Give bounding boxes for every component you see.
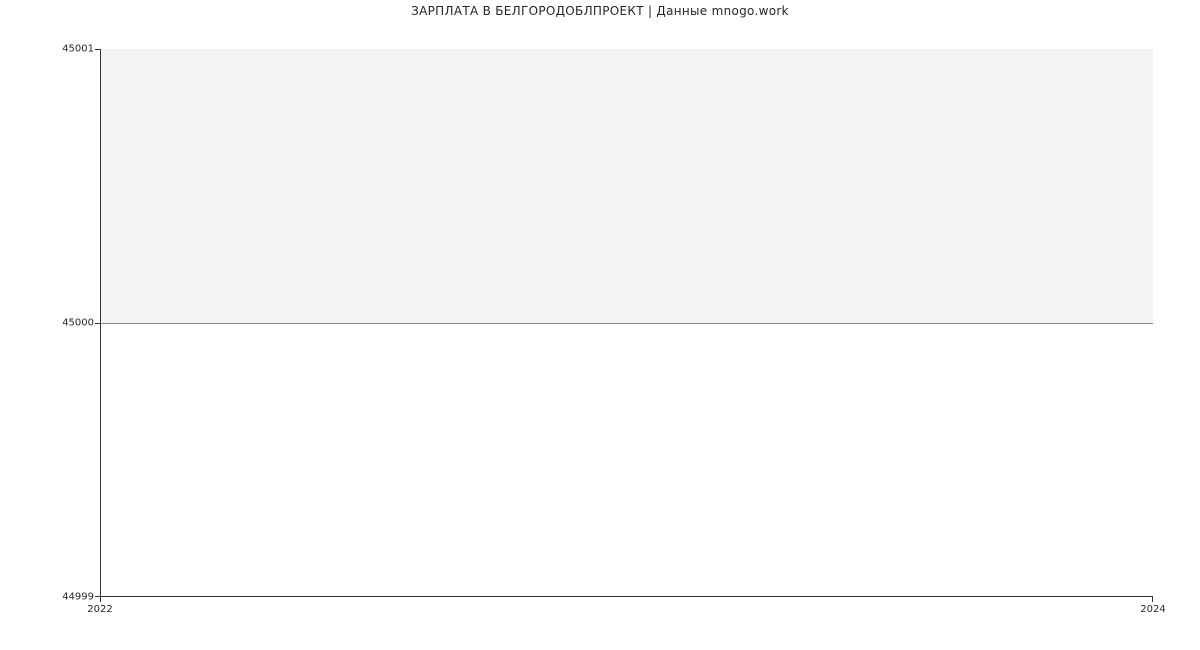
x-tick-label-left: 2022 — [87, 604, 112, 615]
y-tick-mid — [95, 323, 100, 324]
salary-line — [100, 323, 1153, 324]
x-tick-label-right: 2024 — [1140, 604, 1165, 615]
y-tick-label-mid: 45000 — [62, 318, 94, 329]
x-axis-spine — [100, 596, 1153, 597]
fill-region — [100, 49, 1153, 323]
x-tick-right — [1152, 597, 1153, 602]
chart-title: ЗАРПЛАТА В БЕЛГОРОДОБЛПРОЕКТ | Данные mn… — [0, 4, 1200, 18]
y-axis-spine — [100, 49, 101, 597]
x-tick-left — [100, 597, 101, 602]
plot-area — [100, 49, 1153, 597]
y-tick-label-top: 45001 — [62, 44, 94, 55]
y-tick-label-bottom: 44999 — [62, 592, 94, 603]
chart-container: ЗАРПЛАТА В БЕЛГОРОДОБЛПРОЕКТ | Данные mn… — [0, 0, 1200, 650]
y-tick-top — [95, 49, 100, 50]
